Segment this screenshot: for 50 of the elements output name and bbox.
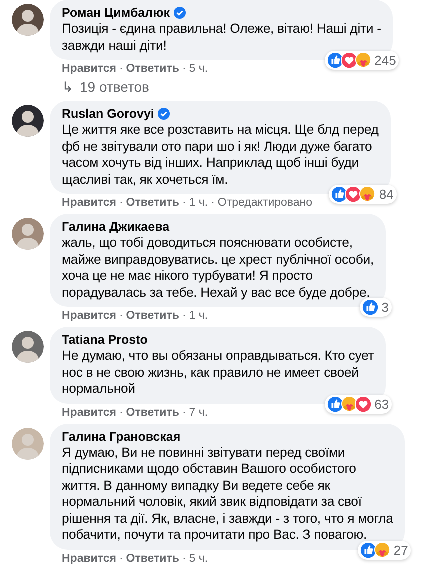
author-name[interactable]: Ruslan Gorovyi (62, 106, 154, 122)
separator: · (182, 552, 186, 566)
comment-text: Позиція - єдина правильна! Олеже, вітаю! Наші діти - завжди наші діти! (62, 21, 382, 54)
author-name[interactable]: Tatiana Prosto (62, 332, 148, 348)
comment-text: Це життя яке все розставить на місця. Ще блд перед фб не звітували ото пари шо і як! Люди дуже багато часом хочуть від інших. Наприклад щоб інші буди щасливі так, як хочеться їм. (62, 122, 379, 188)
action-link[interactable]: Ответить (126, 309, 180, 323)
timestamp[interactable]: 1 ч. (189, 196, 208, 210)
separator: · (182, 309, 186, 323)
separator: · (182, 196, 186, 210)
action-link[interactable]: Ответить (126, 552, 180, 566)
separator: · (211, 196, 215, 210)
author-name[interactable]: Галина Джикаева (62, 219, 170, 235)
reaction-count: 3 (382, 300, 389, 315)
timestamp[interactable]: 5 ч. (189, 62, 208, 76)
reaction-badge[interactable]: 245 (324, 51, 400, 70)
separator: · (182, 62, 186, 76)
reaction-count: 27 (394, 542, 408, 558)
comment-text: жаль, що тобі доводиться пояснювати особисте, майже виправдовуватись. це хрест публічної особи, хоча це не має нікого турбувати! Я просто порадувалась за тебе. Нехай у вас все буде добре. (62, 235, 374, 301)
separator: · (119, 406, 124, 420)
reaction-badge[interactable]: 63 (324, 394, 392, 414)
separator: · (119, 309, 124, 323)
action-link[interactable]: Нравится (62, 196, 116, 210)
action-link[interactable]: Нравится (62, 552, 116, 566)
reaction-count: 245 (374, 53, 396, 68)
separator: · (182, 406, 186, 420)
action-link[interactable]: Нравится (62, 309, 116, 323)
action-link[interactable]: Нравится (62, 406, 116, 420)
reaction-badge[interactable]: 27 (358, 540, 412, 560)
reaction-badge[interactable]: 84 (329, 185, 397, 204)
avatar[interactable] (12, 105, 44, 137)
timestamp[interactable]: 5 ч. (189, 552, 208, 566)
replies-link[interactable]: ↳ 19 ответов (50, 76, 416, 97)
separator: · (119, 62, 124, 76)
comment-text: Не думаю, что вы обязаны оправдываться. Кто сует нос в не свою жизнь, как правило не имеет своей нормальной (62, 348, 374, 398)
edited-label: Отредактировано (218, 196, 313, 210)
timestamp[interactable]: 7 ч. (189, 406, 208, 420)
author-name[interactable]: Галина Грановская (62, 428, 181, 444)
action-link[interactable]: Ответить (126, 196, 180, 210)
author-name[interactable]: Роман Цимбалюк (62, 5, 170, 21)
action-link[interactable]: Нравится (62, 62, 116, 76)
avatar[interactable] (12, 4, 44, 36)
separator: · (119, 552, 124, 566)
action-link[interactable]: Ответить (126, 62, 180, 76)
separator: · (119, 196, 124, 210)
reaction-count: 63 (374, 396, 390, 412)
reaction-badge[interactable]: 3 (360, 298, 392, 317)
reaction-count: 84 (379, 187, 394, 202)
action-link[interactable]: Ответить (126, 406, 180, 420)
timestamp[interactable]: 1 ч. (189, 309, 208, 323)
comment-text: Я думаю, Ви не повинні звітувати перед своїми підписниками щодо обставин Вашого особистого життя. В данному випадку Ви ведете себе як нормальний чоловік, який звик відповідати за свої рішення та дії. Як, власне, і завжди - з того, что я могла побачити, почути та прочитати про Вас. З повагою. (62, 444, 394, 544)
